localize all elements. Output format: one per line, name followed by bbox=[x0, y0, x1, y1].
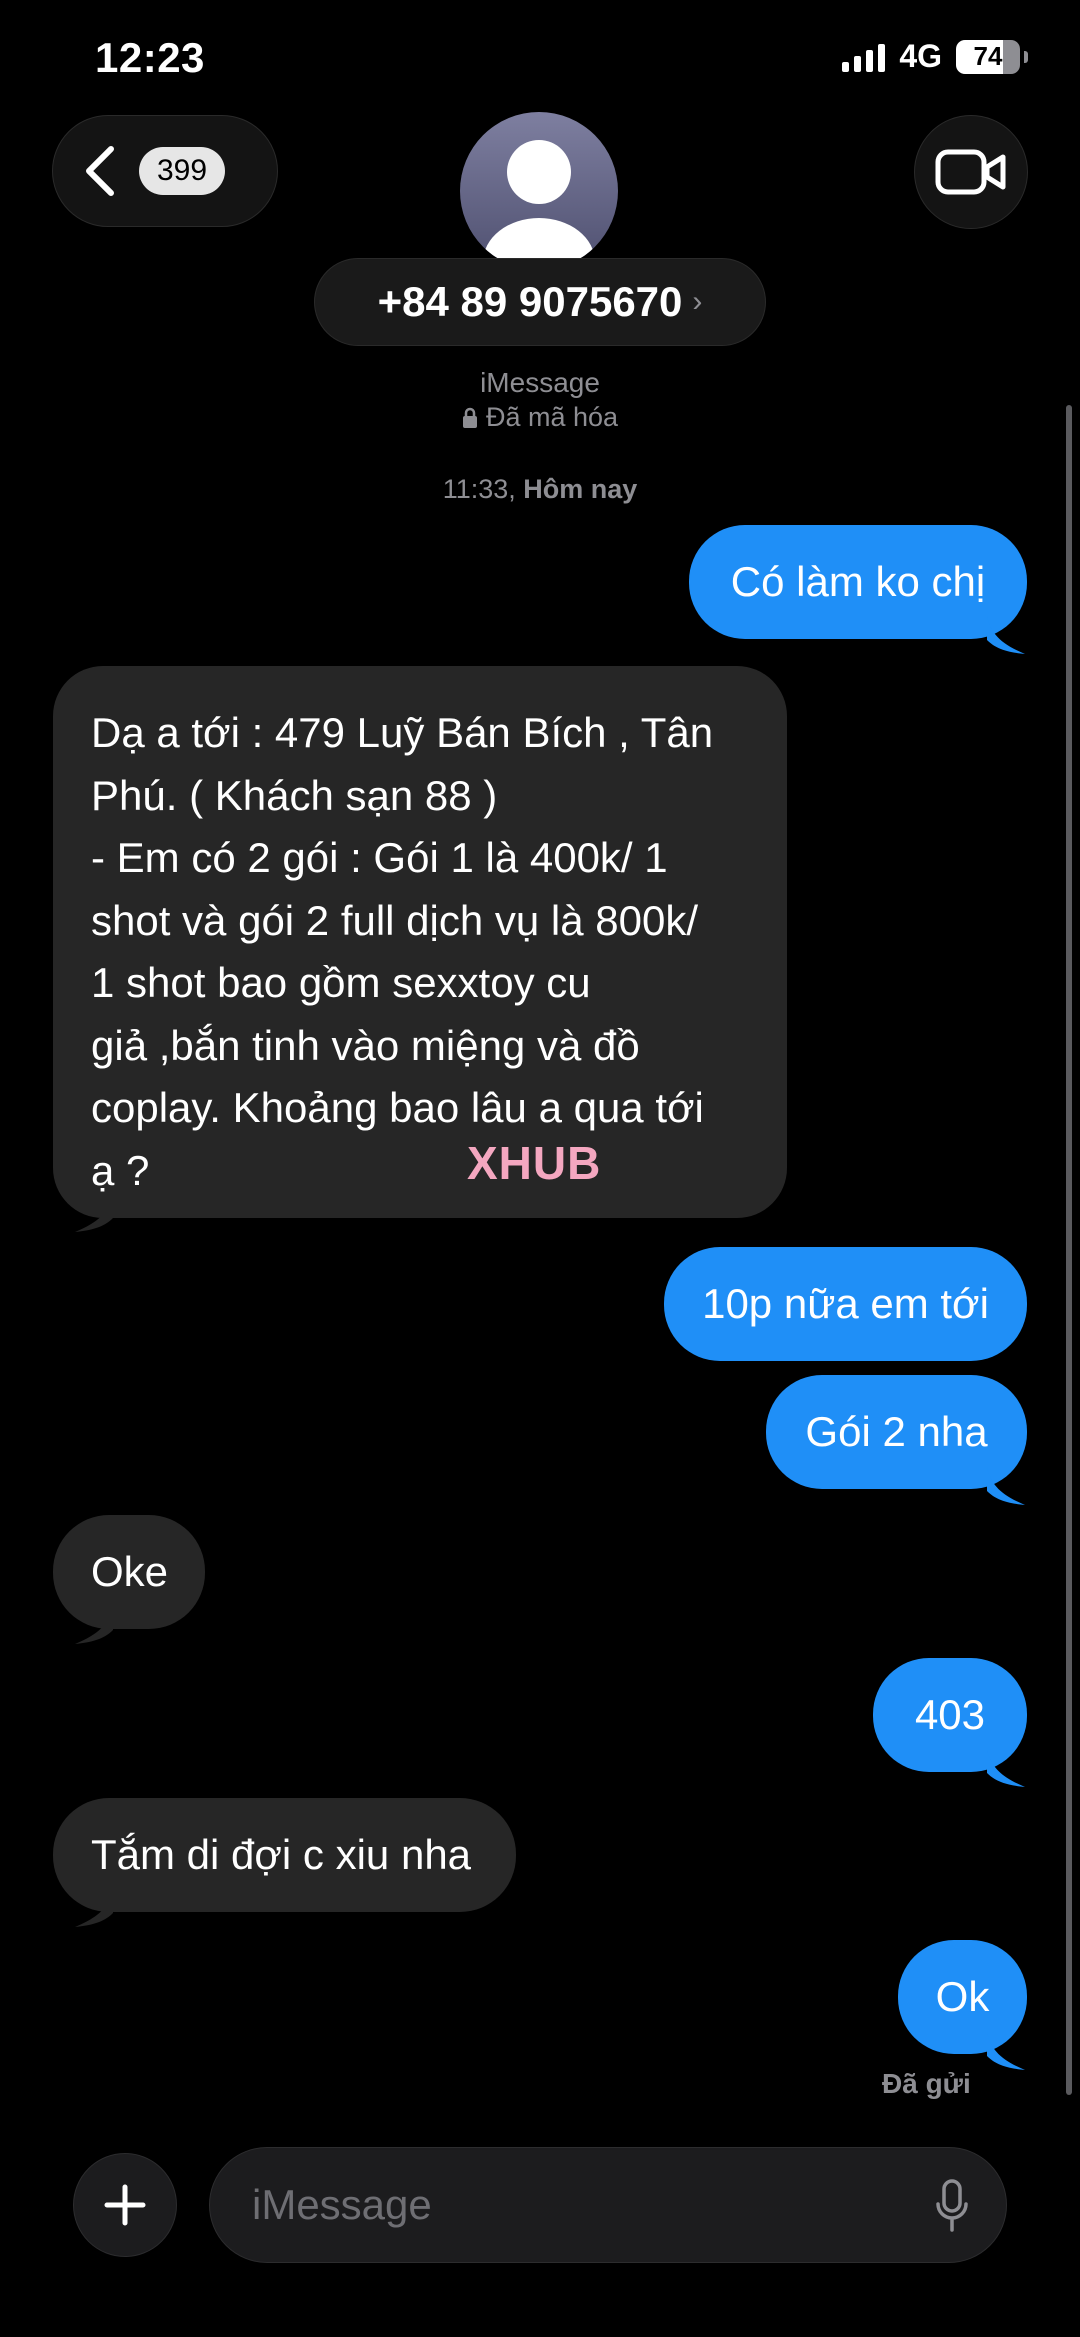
battery-cap bbox=[1024, 50, 1028, 63]
bubble-tail bbox=[987, 616, 1025, 654]
timestamp-day: Hôm nay bbox=[523, 474, 638, 504]
message-input-field[interactable] bbox=[209, 2147, 1007, 2263]
bubble-tail bbox=[987, 1749, 1025, 1787]
message-text: Ok bbox=[935, 1973, 990, 2020]
delivery-status: Đã gửi bbox=[882, 2068, 971, 2099]
status-time: 12:23 bbox=[95, 34, 205, 81]
message-line: shot và gói 2 full dịch vụ là 800k/ bbox=[91, 896, 699, 944]
contact-name: +84 89 9075670 bbox=[377, 278, 683, 325]
cellular-signal-icon bbox=[842, 42, 886, 72]
chevron-right-icon: › bbox=[692, 285, 703, 318]
message-text: Tắm di đợi c xiu nha bbox=[91, 1831, 472, 1878]
scrollbar[interactable] bbox=[1066, 405, 1072, 2095]
unread-count-badge: 399 bbox=[139, 147, 226, 195]
message-line: coplay. Khoảng bao lâu a qua tới bbox=[91, 1084, 704, 1131]
message-line: Dạ a tới : 479 Luỹ Bán Bích , Tân bbox=[91, 709, 714, 756]
status-indicators: 4G 74 bbox=[842, 38, 1028, 75]
back-button[interactable]: 399 bbox=[52, 115, 278, 227]
plus-icon bbox=[104, 2184, 146, 2226]
bubble-tail bbox=[987, 1467, 1025, 1505]
chevron-left-icon bbox=[86, 146, 114, 196]
microphone-icon[interactable] bbox=[934, 2178, 970, 2234]
watermark-text: XHUB bbox=[467, 1137, 602, 1189]
message-bubble-outgoing[interactable]: Có làm ko chị bbox=[689, 525, 1027, 639]
person-icon bbox=[483, 140, 595, 270]
contact-name-button[interactable]: +84 89 9075670 › bbox=[314, 258, 766, 346]
bubble-tail bbox=[987, 2032, 1025, 2070]
contact-avatar[interactable] bbox=[460, 112, 618, 270]
message-line: 1 shot bao gồm sexxtoy cu bbox=[91, 959, 591, 1006]
message-line: ạ ? bbox=[91, 1146, 150, 1194]
message-text: Gói 2 nha bbox=[805, 1408, 988, 1455]
message-text: Oke bbox=[91, 1548, 169, 1595]
service-label: iMessage bbox=[480, 367, 600, 398]
encryption-label: Đã mã hóa bbox=[485, 402, 619, 432]
bubble-tail bbox=[75, 1194, 113, 1232]
message-input[interactable] bbox=[250, 2180, 894, 2230]
message-text: 10p nữa em tới bbox=[702, 1280, 989, 1327]
video-icon bbox=[935, 149, 1006, 195]
bubble-tail bbox=[75, 1889, 113, 1927]
thread-timestamp: 11:33, Hôm nay bbox=[0, 474, 1080, 505]
message-line: Phú. ( Khách sạn 88 ) bbox=[91, 771, 498, 819]
message-bubble-outgoing[interactable]: 10p nữa em tới bbox=[664, 1247, 1027, 1361]
message-text: 403 bbox=[914, 1691, 986, 1738]
lock-icon bbox=[462, 407, 477, 428]
encryption-status: Đã mã hóa bbox=[0, 402, 1080, 433]
battery-icon: 74 bbox=[956, 39, 1020, 74]
message-line: giả ,bắn tinh vào miệng và đồ bbox=[91, 1021, 640, 1069]
message-line: - Em có 2 gói : Gói 1 là 400k/ 1 bbox=[91, 834, 668, 881]
facetime-video-button[interactable] bbox=[914, 115, 1028, 229]
network-type: 4G bbox=[899, 38, 942, 74]
message-text: Có làm ko chị bbox=[730, 558, 986, 605]
battery-percent: 74 bbox=[973, 41, 1003, 71]
add-attachment-button[interactable] bbox=[73, 2153, 177, 2257]
message-bubble-incoming[interactable]: Dạ a tới : 479 Luỹ Bán Bích , Tân Phú. (… bbox=[53, 666, 787, 1218]
message-bubble-incoming[interactable]: Tắm di đợi c xiu nha bbox=[53, 1798, 516, 1912]
timestamp-time: 11:33, bbox=[442, 474, 516, 504]
bubble-tail bbox=[75, 1606, 113, 1644]
